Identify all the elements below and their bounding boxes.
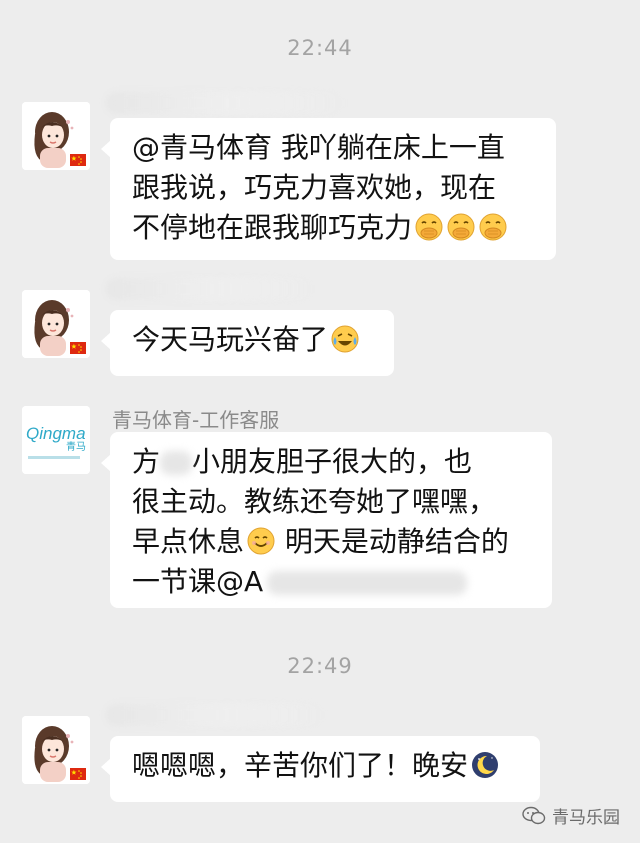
message-text: 跟我说，巧克力喜欢她，现在 [132,171,497,204]
sender-name: 青马体育-工作客服 [112,408,280,432]
agent-avatar[interactable]: Qingma 青马 [22,406,90,474]
timestamp: 22:44 [287,36,353,60]
message-text: 今天马玩兴奋了 [132,323,329,356]
user-avatar[interactable] [22,102,90,170]
sender-name-redacted [106,278,316,300]
user-avatar[interactable] [22,716,90,784]
crying-laughing-icon [330,324,360,354]
user-avatar[interactable] [22,290,90,358]
crescent-moon-icon [470,750,500,780]
message-text: 很主动。教练还夸她了嘿嘿， [132,485,497,518]
message-bubble[interactable]: 嗯嗯嗯，辛苦你们了！晚安 [101,736,540,802]
message-bubble[interactable]: @青马体育 我吖躺在床上一直 跟我说，巧克力喜欢她，现在 不停地在跟我聊巧克力 [101,118,556,260]
wechat-icon [522,806,546,824]
svg-text:Qingma: Qingma [26,424,86,443]
hand-over-mouth-icon [414,212,444,242]
message-bubble[interactable]: 今天马玩兴奋了 [101,310,394,376]
redacted-name [160,451,193,475]
watermark-text: 青马乐园 [552,808,620,828]
message-text: 早点休息 [132,525,245,558]
sender-name-redacted [106,704,326,726]
hand-over-mouth-icon [478,212,508,242]
message-text: 嗯嗯嗯，辛苦你们了！晚安 [132,749,469,782]
message-text: 方 [132,445,161,478]
message-text: 小朋友胆子很大的，也 [192,445,473,478]
svg-text:青马: 青马 [66,440,86,453]
message-text: @青马体育 我吖躺在床上一直 [132,131,505,164]
message-bubble[interactable]: 方小朋友胆子很大的，也 很主动。教练还夸她了嘿嘿， 早点休息 明天是动静结合的 … [101,432,552,608]
hand-over-mouth-icon [446,212,476,242]
redacted-mention [267,571,468,595]
message-text: 一节课@A [132,565,264,598]
message-text: 不停地在跟我聊巧克力 [132,211,413,244]
message-text-line: 不停地在跟我聊巧克力 [132,208,536,248]
message-text: 明天是动静结合的 [276,525,509,558]
sender-name-redacted [106,92,346,114]
watermark: 青马乐园 [522,803,620,828]
smiling-icon [246,526,276,556]
timestamp: 22:49 [287,654,353,678]
